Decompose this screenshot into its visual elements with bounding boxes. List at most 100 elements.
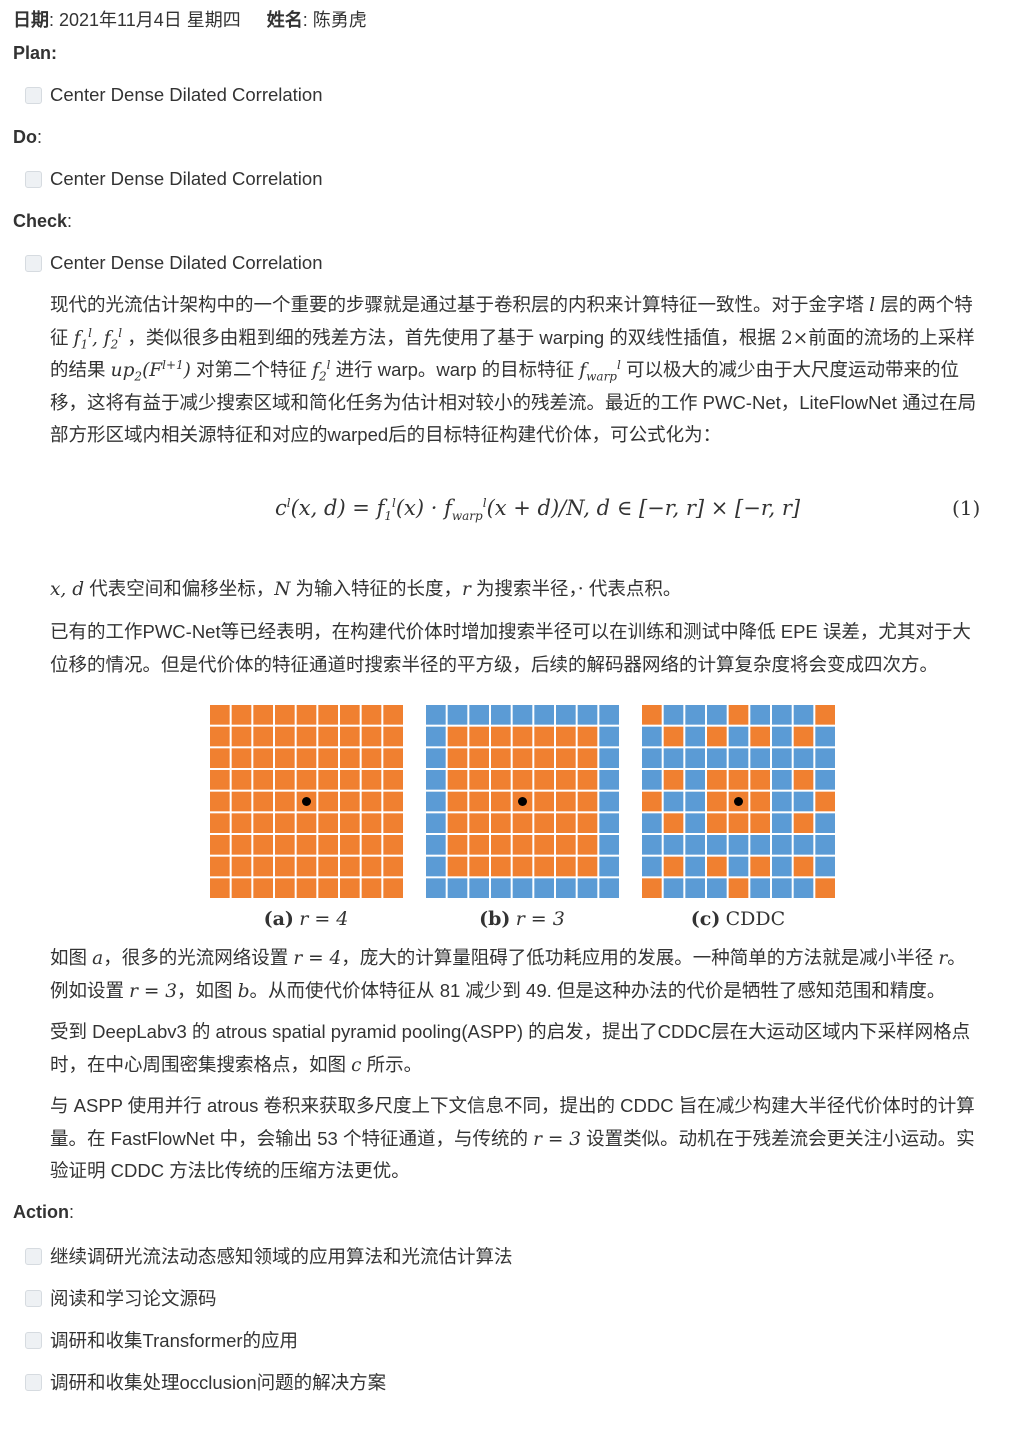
grid-cell xyxy=(361,856,382,877)
action-task-checkbox[interactable] xyxy=(25,1289,42,1307)
grid-cell xyxy=(469,791,489,812)
grid-cell xyxy=(556,856,576,877)
grid-cell xyxy=(772,748,792,768)
grid-cell xyxy=(318,705,338,725)
grid-cell xyxy=(210,705,230,725)
grid-cell xyxy=(231,856,252,877)
grid-cell xyxy=(750,856,770,877)
grid-cell xyxy=(231,835,252,855)
grid-cell xyxy=(426,748,446,768)
grid-cell xyxy=(253,878,273,898)
grid-cell xyxy=(426,705,446,725)
grid-cell xyxy=(815,878,835,898)
grid-cell xyxy=(534,726,554,747)
grid-cell xyxy=(210,770,230,790)
document: 日期: 2021年11月4日 星期四 姓名: 陈勇虎 Plan: Center D… xyxy=(0,0,1017,1437)
grid-cell xyxy=(491,878,511,898)
grid-cell xyxy=(361,813,382,833)
date-label: 日期 xyxy=(13,10,49,30)
grid-cell xyxy=(318,791,338,812)
grid-cell xyxy=(210,813,230,833)
grid-cell xyxy=(296,770,317,790)
grid-cell xyxy=(512,726,533,747)
grid-cell xyxy=(426,813,446,833)
grid-cell xyxy=(556,813,576,833)
grid-cell xyxy=(534,856,554,877)
grid-cell xyxy=(750,770,770,790)
check-task-checkbox[interactable] xyxy=(25,254,42,272)
do-task-item[interactable]: Center Dense Dilated Correlation xyxy=(25,168,323,190)
grid-cell xyxy=(772,791,792,812)
grid-cell xyxy=(231,726,252,747)
grid-cell xyxy=(469,813,489,833)
name-label: 姓名 xyxy=(266,10,303,30)
action-task-checkbox[interactable] xyxy=(25,1373,42,1391)
grid-cell xyxy=(728,705,749,725)
grid-cell xyxy=(642,770,662,790)
action-task-checkbox[interactable] xyxy=(25,1247,42,1265)
grid-cell xyxy=(577,856,598,877)
header-line: 日期: 2021年11月4日 星期四 姓名: 陈勇虎 xyxy=(13,6,367,32)
grid-cell xyxy=(642,748,662,768)
grid-cell xyxy=(577,835,598,855)
grid-cell xyxy=(231,748,252,768)
grid-cell xyxy=(296,878,317,898)
grid-cell xyxy=(707,835,727,855)
grid-cell xyxy=(815,835,835,855)
grid-cell xyxy=(642,705,662,725)
grid-cell xyxy=(383,856,403,877)
grid-cell xyxy=(210,835,230,855)
grid-cell xyxy=(383,791,403,812)
grid-cell xyxy=(491,705,511,725)
grid-cell xyxy=(383,770,403,790)
grid-cell xyxy=(512,878,533,898)
grid-cell xyxy=(210,791,230,812)
grid-cell xyxy=(599,813,619,833)
grid-cell xyxy=(253,705,273,725)
grid-cell xyxy=(426,726,446,747)
do-task-checkbox[interactable] xyxy=(25,170,42,188)
action-task-checkbox[interactable] xyxy=(25,1331,42,1349)
grid-cell xyxy=(793,813,814,833)
plan-task-item[interactable]: Center Dense Dilated Correlation xyxy=(25,84,323,106)
grid-cell xyxy=(728,813,749,833)
grid-cell xyxy=(275,835,295,855)
grid-cell xyxy=(447,748,468,768)
grid-cell xyxy=(707,856,727,877)
grid-cell xyxy=(642,835,662,855)
grid-cell xyxy=(599,791,619,812)
grid-cell xyxy=(253,835,273,855)
grid-cell xyxy=(469,770,489,790)
grid-cell xyxy=(815,791,835,812)
check-task-item[interactable]: Center Dense Dilated Correlation xyxy=(25,252,323,274)
grid-cell xyxy=(772,878,792,898)
grid-cell xyxy=(599,726,619,747)
grid-cell xyxy=(663,748,684,768)
grid-cell xyxy=(577,726,598,747)
plan-task-checkbox[interactable] xyxy=(25,86,42,104)
grid-cell xyxy=(275,748,295,768)
grid-cell xyxy=(340,705,360,725)
grid-cell xyxy=(383,705,403,725)
grid-cell xyxy=(793,791,814,812)
grid-cell xyxy=(296,856,317,877)
grid-cell xyxy=(447,791,468,812)
action-task-item[interactable]: 阅读和学习论文源码 xyxy=(25,1285,217,1311)
action-task-item[interactable]: 调研和收集处理occlusion问题的解决方案 xyxy=(25,1369,386,1395)
grid-cell xyxy=(275,705,295,725)
intro-paragraph: 现代的光流估计架构中的一个重要的步骤就是通过基于卷积层的内积来计算特征一致性。对… xyxy=(50,294,977,445)
grid-c-svg xyxy=(640,703,837,900)
grid-cell xyxy=(512,856,533,877)
search-grid-figure: (a) r = 4 (b) r = 3 (c) CDDC xyxy=(208,703,838,935)
grid-cell xyxy=(577,748,598,768)
check-task-label: Center Dense Dilated Correlation xyxy=(50,252,323,273)
action-task-item[interactable]: 调研和收集Transformer的应用 xyxy=(25,1327,298,1353)
grid-cell xyxy=(815,705,835,725)
grid-cell xyxy=(685,791,705,812)
grid-cell xyxy=(534,835,554,855)
grid-cell xyxy=(275,856,295,877)
caption-a: (a) r = 4 xyxy=(263,908,349,930)
action-task-item[interactable]: 继续调研光流法动态感知领域的应用算法和光流估计算法 xyxy=(25,1243,513,1269)
grid-cell xyxy=(685,878,705,898)
grid-cell xyxy=(815,748,835,768)
